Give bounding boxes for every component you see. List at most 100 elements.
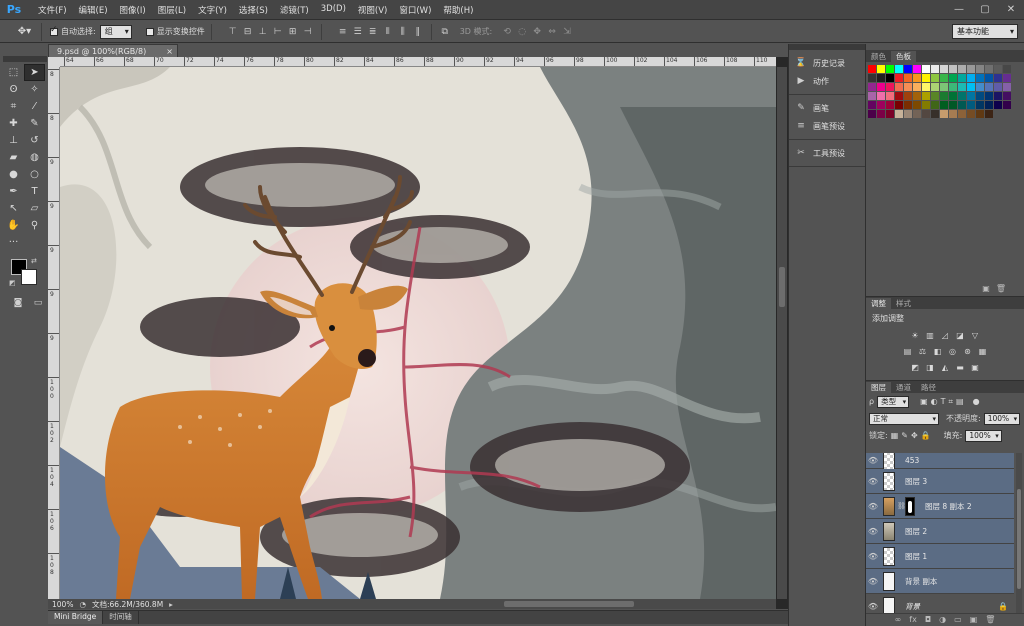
shape-tool-icon[interactable]: ▱: [24, 200, 45, 217]
hand-tool-icon[interactable]: ✋: [3, 217, 24, 234]
swatch[interactable]: [886, 92, 894, 100]
swatch[interactable]: [976, 101, 984, 109]
swatch[interactable]: [976, 65, 984, 73]
swatch[interactable]: [1003, 65, 1011, 73]
delete-swatch-icon[interactable]: 🗑: [996, 284, 1006, 293]
tab-layers[interactable]: 图层: [866, 382, 891, 393]
tab-color[interactable]: 颜色: [866, 51, 891, 62]
curves-icon[interactable]: ◿: [940, 330, 950, 340]
visibility-eye-icon[interactable]: 👁: [866, 577, 880, 586]
brightness-icon[interactable]: ☀: [910, 330, 920, 340]
threshold-icon[interactable]: ◭: [940, 362, 950, 372]
swatch[interactable]: [1003, 83, 1011, 91]
history-brush-icon[interactable]: ↺: [24, 132, 45, 149]
status-expand-icon[interactable]: ▸: [169, 600, 173, 609]
swatch[interactable]: [877, 101, 885, 109]
new-swatch-icon[interactable]: ▣: [982, 284, 990, 293]
swatch[interactable]: [904, 110, 912, 118]
magic-wand-icon[interactable]: ✧: [24, 81, 45, 98]
swatch[interactable]: [976, 110, 984, 118]
swatch[interactable]: [985, 101, 993, 109]
selective-color-icon[interactable]: ▣: [970, 362, 980, 372]
swatch[interactable]: [904, 101, 912, 109]
panel-item-brush-presets[interactable]: ≡ 画笔预设: [789, 117, 865, 135]
align-left-icon[interactable]: ⊢: [271, 25, 285, 39]
swatch[interactable]: [967, 83, 975, 91]
swatch[interactable]: [958, 92, 966, 100]
swatch[interactable]: [994, 83, 1002, 91]
workspace-dropdown[interactable]: 基本功能: [952, 24, 1018, 39]
layer-mask-thumbnail[interactable]: [905, 496, 915, 516]
menu-item-0[interactable]: 文件(F): [32, 4, 73, 16]
opacity-input[interactable]: 100%: [983, 412, 1021, 425]
layers-scroll-thumb[interactable]: [1017, 489, 1021, 589]
menu-item-8[interactable]: 视图(V): [352, 4, 393, 16]
levels-icon[interactable]: ▥: [925, 330, 935, 340]
swatch[interactable]: [868, 101, 876, 109]
swatch[interactable]: [922, 110, 930, 118]
healing-brush-icon[interactable]: ✚: [3, 115, 24, 132]
slide-3d-icon[interactable]: ⇔: [545, 25, 559, 39]
layer-row[interactable]: 👁 图层 2: [866, 519, 1014, 544]
swatch[interactable]: [976, 74, 984, 82]
visibility-eye-icon[interactable]: 👁: [866, 477, 880, 486]
menu-item-4[interactable]: 文字(Y): [192, 4, 233, 16]
swatch[interactable]: [949, 92, 957, 100]
menu-item-7[interactable]: 3D(D): [315, 4, 352, 16]
swatch[interactable]: [868, 92, 876, 100]
align-bottom-icon[interactable]: ⊥: [256, 25, 270, 39]
color-balance-icon[interactable]: ⚖: [918, 346, 928, 356]
swatch[interactable]: [922, 101, 930, 109]
swatch[interactable]: [985, 92, 993, 100]
swatch[interactable]: [994, 65, 1002, 73]
swatch[interactable]: [940, 65, 948, 73]
menu-item-9[interactable]: 窗口(W): [393, 4, 437, 16]
minimize-button[interactable]: —: [946, 0, 972, 18]
auto-select-dropdown[interactable]: 组: [99, 24, 132, 39]
swatch[interactable]: [931, 74, 939, 82]
swatch[interactable]: [913, 74, 921, 82]
lock-all-icon[interactable]: 🔒: [921, 431, 931, 440]
horizontal-scrollbar[interactable]: [220, 599, 776, 609]
dodge-tool-icon[interactable]: ○: [24, 166, 45, 183]
swatch[interactable]: [976, 92, 984, 100]
lock-transparent-icon[interactable]: ▦: [891, 431, 899, 440]
layer-row[interactable]: 👁 背景 副本: [866, 569, 1014, 594]
swatch[interactable]: [877, 74, 885, 82]
layer-row[interactable]: 👁 背景 🔒: [866, 594, 1014, 613]
maximize-button[interactable]: ▢: [972, 0, 998, 18]
swatch[interactable]: [940, 83, 948, 91]
swatch[interactable]: [886, 74, 894, 82]
vertical-scroll-thumb[interactable]: [779, 267, 785, 307]
swatch[interactable]: [895, 83, 903, 91]
pan-3d-icon[interactable]: ✥: [530, 25, 544, 39]
tab-channels[interactable]: 通道: [891, 382, 916, 393]
panel-item-actions[interactable]: ▶ 动作: [789, 72, 865, 90]
swatch[interactable]: [895, 110, 903, 118]
swatch[interactable]: [958, 110, 966, 118]
menu-item-1[interactable]: 编辑(E): [73, 4, 114, 16]
distribute-right-icon[interactable]: ‖: [411, 25, 425, 39]
blur-tool-icon[interactable]: ●: [3, 166, 24, 183]
swatch[interactable]: [895, 92, 903, 100]
new-group-icon[interactable]: ▭: [954, 615, 962, 624]
close-button[interactable]: ✕: [998, 0, 1024, 18]
swatch[interactable]: [904, 74, 912, 82]
swatch[interactable]: [868, 74, 876, 82]
distribute-hcenter-icon[interactable]: ⫼: [396, 25, 410, 39]
eraser-icon[interactable]: ▰: [3, 149, 24, 166]
swatch[interactable]: [985, 65, 993, 73]
swatch[interactable]: [922, 65, 930, 73]
swatch[interactable]: [877, 65, 885, 73]
swatch[interactable]: [940, 74, 948, 82]
swatch[interactable]: [913, 101, 921, 109]
tab-swatches[interactable]: 色板: [891, 51, 916, 62]
photo-filter-icon[interactable]: ◎: [948, 346, 958, 356]
layer-style-icon[interactable]: fx: [909, 615, 917, 624]
swatch[interactable]: [949, 74, 957, 82]
tab-adjustments[interactable]: 调整: [866, 298, 891, 309]
show-transform-checkbox[interactable]: [145, 27, 154, 36]
new-layer-icon[interactable]: ▣: [970, 615, 978, 624]
swatch[interactable]: [985, 83, 993, 91]
distribute-top-icon[interactable]: ≡: [336, 25, 350, 39]
